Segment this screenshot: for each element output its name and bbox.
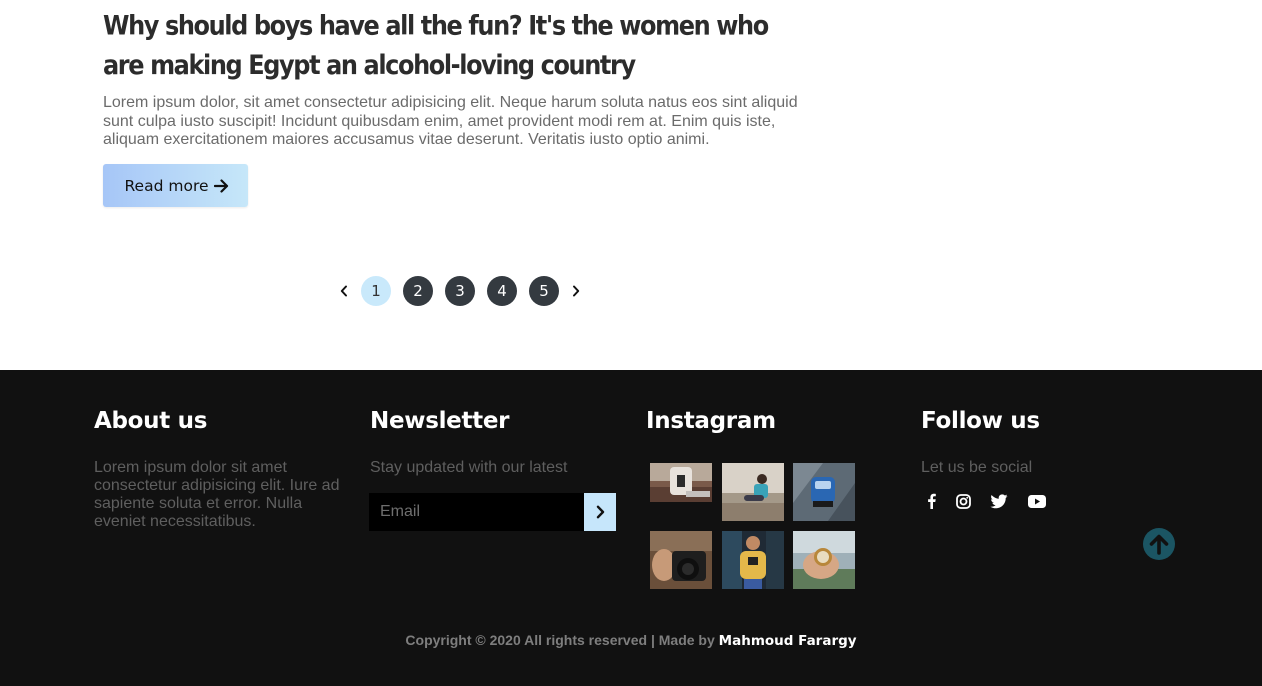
- footer: About us Lorem ipsum dolor sit amet cons…: [0, 370, 1262, 686]
- instagram-photo-5[interactable]: [722, 531, 784, 589]
- instagram-photo-4[interactable]: [650, 531, 712, 589]
- facebook-link[interactable]: [921, 491, 941, 511]
- arrow-right-icon: [213, 178, 229, 193]
- article-excerpt: Lorem ipsum dolor, sit amet consectetur …: [103, 94, 798, 148]
- youtube-link[interactable]: [1017, 491, 1057, 511]
- about-text: Lorem ipsum dolor sit amet consectetur a…: [94, 459, 340, 530]
- chevron-right-icon: [573, 285, 580, 296]
- page-4[interactable]: 4: [487, 275, 517, 306]
- pagination-prev[interactable]: [333, 275, 355, 306]
- page-2[interactable]: 2: [403, 275, 433, 306]
- instagram-heading: Instagram: [646, 408, 776, 434]
- instagram-photo-6[interactable]: [793, 531, 855, 589]
- facebook-icon: [927, 493, 936, 509]
- instagram-photo-3[interactable]: [793, 463, 855, 521]
- page-3[interactable]: 3: [445, 275, 475, 306]
- subscribe-button[interactable]: [584, 493, 616, 531]
- about-heading: About us: [94, 408, 208, 434]
- twitter-icon: [990, 493, 1008, 508]
- instagram-link[interactable]: [945, 491, 981, 511]
- chevron-left-icon: [340, 285, 347, 296]
- follow-text: Let us be social: [921, 459, 1033, 476]
- copyright-text: Copyright © 2020 All rights reserved | M…: [405, 632, 715, 648]
- page-5[interactable]: 5: [529, 275, 559, 306]
- newsletter-heading: Newsletter: [370, 408, 510, 434]
- back-to-top-button[interactable]: [1143, 528, 1175, 560]
- article-title: Why should boys have all the fun? It's t…: [103, 10, 769, 81]
- instagram-photo-2[interactable]: [722, 463, 784, 521]
- email-input[interactable]: [369, 493, 584, 531]
- arrow-circle-up-icon: [1149, 534, 1169, 555]
- youtube-icon: [1028, 494, 1046, 508]
- copyright-author[interactable]: Mahmoud Farargy: [719, 633, 857, 649]
- twitter-link[interactable]: [981, 491, 1017, 511]
- read-more-label: Read more: [124, 176, 209, 195]
- pagination: 1 2 3 4 5: [333, 275, 587, 306]
- newsletter-form: [369, 493, 616, 531]
- pagination-next[interactable]: [565, 275, 587, 306]
- social-links: [921, 491, 1057, 511]
- chevron-right-icon: [596, 505, 604, 519]
- copyright: Copyright © 2020 All rights reserved | M…: [0, 632, 1262, 649]
- instagram-icon: [955, 493, 971, 509]
- read-more-button[interactable]: Read more: [103, 164, 248, 207]
- newsletter-text: Stay updated with our latest: [370, 459, 568, 476]
- page-1[interactable]: 1: [361, 275, 391, 306]
- follow-heading: Follow us: [921, 408, 1040, 434]
- instagram-photo-1[interactable]: [650, 463, 712, 502]
